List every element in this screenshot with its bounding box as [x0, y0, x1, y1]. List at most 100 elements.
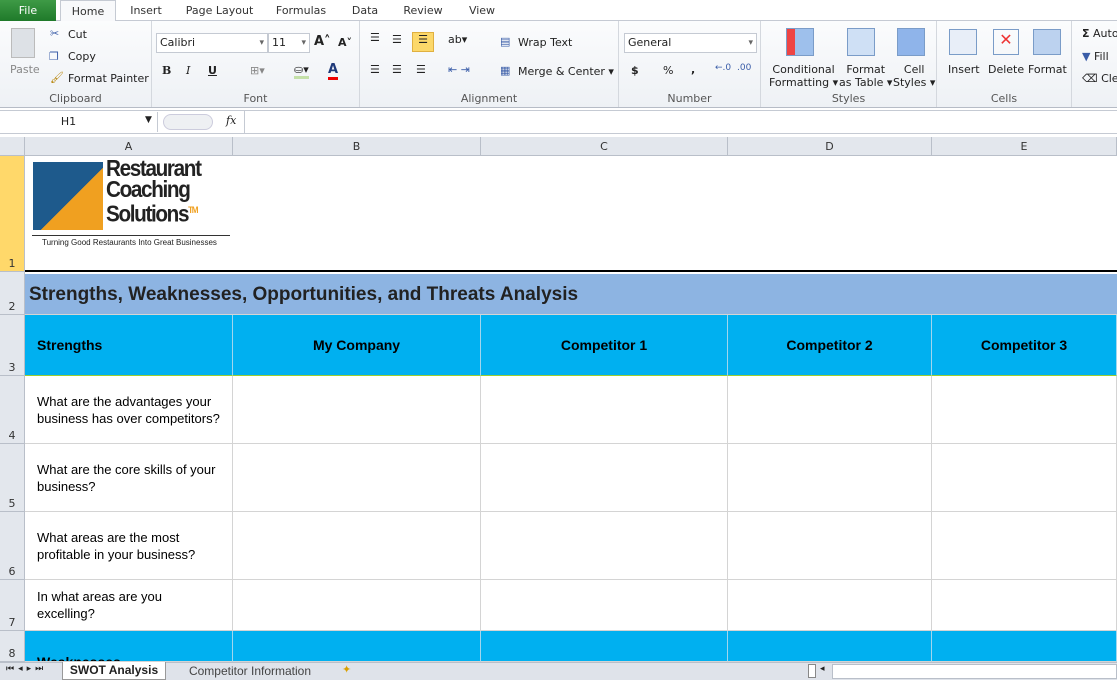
grow-font-icon[interactable]: A˄ — [314, 34, 331, 49]
header-cell-competitor-2[interactable]: Competitor 2 — [728, 315, 932, 376]
header-cell-strengths[interactable]: Strengths — [25, 315, 233, 376]
tab-data[interactable]: Data — [345, 0, 385, 21]
column-header-c[interactable]: C — [481, 137, 728, 156]
column-header-a[interactable]: A — [25, 137, 233, 156]
format-painter-button[interactable]: Format Painter — [68, 72, 149, 85]
row-header-8[interactable]: 8 — [0, 631, 25, 662]
sheet-title-cell[interactable]: Strengths, Weaknesses, Opportunities, an… — [25, 274, 1117, 315]
answer-cell[interactable] — [481, 580, 728, 631]
borders-icon[interactable]: ⊞▾ — [250, 64, 265, 77]
sheet-tab-competitor-information[interactable]: Competitor Information — [170, 663, 330, 680]
cut-button[interactable]: Cut — [68, 28, 87, 41]
format-as-table-button[interactable]: Format as Table ▾ — [839, 63, 892, 89]
align-bottom-icon[interactable]: ☰ — [412, 32, 434, 52]
tab-split-handle[interactable] — [808, 664, 816, 678]
copy-button[interactable]: Copy — [68, 50, 96, 63]
paste-button[interactable]: Paste — [10, 63, 40, 76]
tab-file[interactable]: File — [0, 0, 56, 21]
column-header-b[interactable]: B — [233, 137, 481, 156]
weaknesses-competitor-2[interactable] — [728, 631, 932, 662]
italic-button[interactable]: I — [186, 64, 190, 77]
fill-color-icon[interactable]: ⛀▾ — [294, 63, 309, 79]
fill-button[interactable]: ▼ Fill — [1082, 50, 1109, 63]
answer-cell[interactable] — [932, 512, 1117, 580]
header-cell-my-company[interactable]: My Company — [233, 315, 481, 376]
horizontal-scrollbar[interactable] — [832, 664, 1117, 679]
decrease-decimal-icon[interactable]: .00 — [737, 63, 751, 73]
align-left-icon[interactable]: ☰ — [370, 63, 380, 76]
row-header-2[interactable]: 2 — [0, 272, 25, 315]
tab-formulas[interactable]: Formulas — [272, 0, 330, 21]
sheet-tab-swot-analysis[interactable]: SWOT Analysis — [62, 662, 166, 680]
name-box-dropdown-icon[interactable]: ▼ — [145, 115, 152, 125]
tab-review[interactable]: Review — [398, 0, 448, 21]
orientation-icon[interactable]: ab▾ — [448, 33, 467, 46]
tab-view[interactable]: View — [462, 0, 502, 21]
row-header-7[interactable]: 7 — [0, 580, 25, 631]
select-all-corner[interactable] — [0, 137, 25, 156]
wrap-text-button[interactable]: Wrap Text — [518, 36, 572, 49]
bold-button[interactable]: B — [162, 64, 171, 77]
row-header-4[interactable]: 4 — [0, 376, 25, 444]
font-size-select[interactable]: 11 — [268, 33, 310, 53]
question-cell[interactable]: What are the advantages your business ha… — [25, 376, 233, 444]
format-button[interactable]: Format — [1028, 63, 1067, 76]
weaknesses-my-company[interactable] — [233, 631, 481, 662]
row-header-1[interactable]: 1 — [0, 156, 25, 272]
row-header-6[interactable]: 6 — [0, 512, 25, 580]
percent-button[interactable]: % — [663, 64, 673, 77]
weaknesses-competitor-3[interactable] — [932, 631, 1117, 662]
font-color-icon[interactable]: A — [328, 62, 339, 80]
answer-cell[interactable] — [728, 444, 932, 512]
number-format-select[interactable]: General — [624, 33, 757, 53]
tab-home[interactable]: Home — [60, 0, 116, 22]
tab-page-layout[interactable]: Page Layout — [182, 0, 257, 21]
question-cell[interactable]: What areas are the most profitable in yo… — [25, 512, 233, 580]
answer-cell[interactable] — [728, 580, 932, 631]
header-cell-competitor-1[interactable]: Competitor 1 — [481, 315, 728, 376]
answer-cell[interactable] — [481, 376, 728, 444]
answer-cell[interactable] — [233, 444, 481, 512]
answer-cell[interactable] — [932, 376, 1117, 444]
answer-cell[interactable] — [233, 376, 481, 444]
question-cell[interactable]: In what areas are you excelling? — [25, 580, 233, 631]
increase-decimal-icon[interactable]: ←.0 — [715, 63, 731, 73]
merge-center-button[interactable]: Merge & Center ▾ — [518, 65, 614, 78]
font-name-select[interactable]: Calibri — [156, 33, 268, 53]
header-cell-weaknesses[interactable]: Weaknesses — [25, 631, 233, 662]
answer-cell[interactable] — [481, 512, 728, 580]
currency-button[interactable]: $ — [631, 64, 639, 77]
answer-cell[interactable] — [233, 580, 481, 631]
insert-sheet-icon[interactable]: ✦ — [342, 663, 351, 676]
align-center-icon[interactable]: ☰ — [392, 63, 402, 76]
insert-button[interactable]: Insert — [948, 63, 980, 76]
row-header-5[interactable]: 5 — [0, 444, 25, 512]
align-middle-icon[interactable]: ☰ — [392, 33, 402, 46]
underline-button[interactable]: U — [208, 64, 217, 77]
formula-input[interactable] — [244, 111, 1117, 133]
weaknesses-competitor-1[interactable] — [481, 631, 728, 662]
sheet-nav-arrows-icon[interactable]: ⏮◂▸⏭ — [6, 664, 47, 674]
align-right-icon[interactable]: ☰ — [416, 63, 426, 76]
column-header-e[interactable]: E — [932, 137, 1117, 156]
delete-button[interactable]: Delete — [988, 63, 1024, 76]
scroll-left-icon[interactable]: ◂ — [820, 664, 825, 674]
name-box[interactable]: H1 — [0, 112, 158, 132]
tab-insert[interactable]: Insert — [125, 0, 167, 21]
comma-button[interactable]: , — [691, 63, 695, 76]
clear-button[interactable]: ⌫ Clear — [1082, 72, 1117, 85]
header-cell-competitor-3[interactable]: Competitor 3 — [932, 315, 1117, 376]
cell-styles-button[interactable]: Cell Styles ▾ — [893, 63, 935, 89]
answer-cell[interactable] — [728, 376, 932, 444]
answer-cell[interactable] — [932, 580, 1117, 631]
answer-cell[interactable] — [481, 444, 728, 512]
question-cell[interactable]: What are the core skills of your busines… — [25, 444, 233, 512]
conditional-formatting-button[interactable]: Conditional Formatting ▾ — [769, 63, 838, 89]
align-top-icon[interactable]: ☰ — [370, 31, 380, 44]
row-header-3[interactable]: 3 — [0, 315, 25, 376]
answer-cell[interactable] — [932, 444, 1117, 512]
column-header-d[interactable]: D — [728, 137, 932, 156]
answer-cell[interactable] — [233, 512, 481, 580]
answer-cell[interactable] — [728, 512, 932, 580]
indent-icons[interactable]: ⇤ ⇥ — [448, 63, 470, 76]
